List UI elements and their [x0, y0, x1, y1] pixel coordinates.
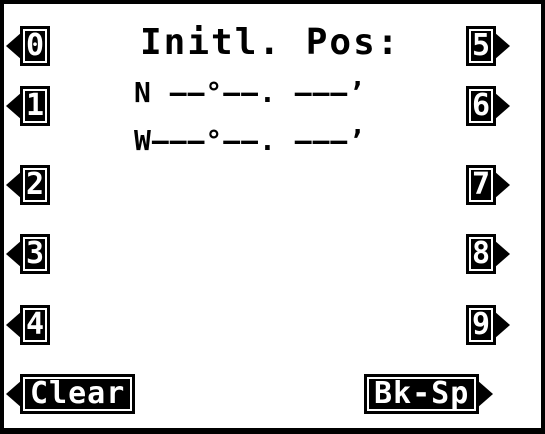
key-label: 7 [469, 168, 493, 202]
key-4-button[interactable]: 4 [6, 305, 50, 345]
key-label: 5 [469, 29, 493, 63]
key-5-button[interactable]: 5 [466, 26, 510, 66]
key-7-button[interactable]: 7 [466, 165, 510, 205]
key-2-button[interactable]: 2 [6, 165, 50, 205]
key-box: Bk-Sp [364, 374, 480, 414]
key-box: Clear [20, 374, 136, 414]
key-label: 3 [23, 237, 47, 271]
screen-border-left [0, 0, 4, 434]
west-coordinate-field[interactable]: W———°——. ———’ [134, 124, 366, 157]
key-box: 6 [466, 86, 496, 126]
key-label: 4 [23, 308, 47, 342]
key-box: 4 [20, 305, 50, 345]
key-9-button[interactable]: 9 [466, 305, 510, 345]
key-6-button[interactable]: 6 [466, 86, 510, 126]
key-label: 1 [23, 89, 47, 123]
key-0-button[interactable]: 0 [6, 26, 50, 66]
key-label: 2 [23, 168, 47, 202]
page-title: Initl. Pos: [140, 22, 401, 63]
position-entry-screen: Initl. Pos: N ——°——. ———’ W———°——. ———’ … [0, 0, 545, 434]
key-box: 1 [20, 86, 50, 126]
right-arrow-icon [494, 311, 510, 339]
right-arrow-icon [477, 380, 494, 408]
key-8-button[interactable]: 8 [466, 234, 510, 274]
key-label: 9 [469, 308, 493, 342]
screen-border-right [541, 0, 545, 434]
key-box: 8 [466, 234, 496, 274]
key-box: 7 [466, 165, 496, 205]
key-label: 0 [23, 29, 47, 63]
key-box: 2 [20, 165, 50, 205]
key-box: 9 [466, 305, 496, 345]
north-coordinate-field[interactable]: N ——°——. ———’ [134, 76, 366, 109]
key-box: 3 [20, 234, 50, 274]
key-label: 8 [469, 237, 493, 271]
key-3-button[interactable]: 3 [6, 234, 50, 274]
right-arrow-icon [494, 240, 510, 268]
screen-border-bottom [0, 428, 545, 434]
key-box: 0 [20, 26, 50, 66]
clear-button[interactable]: Clear [6, 374, 136, 414]
screen-border-top [0, 0, 545, 4]
key-box: 5 [466, 26, 496, 66]
key-1-button[interactable]: 1 [6, 86, 50, 126]
key-label: Bk-Sp [367, 377, 477, 411]
right-arrow-icon [494, 92, 510, 120]
right-arrow-icon [494, 171, 510, 199]
key-label: Clear [23, 377, 133, 411]
key-label: 6 [469, 89, 493, 123]
right-arrow-icon [494, 32, 510, 60]
backspace-button[interactable]: Bk-Sp [364, 374, 494, 414]
